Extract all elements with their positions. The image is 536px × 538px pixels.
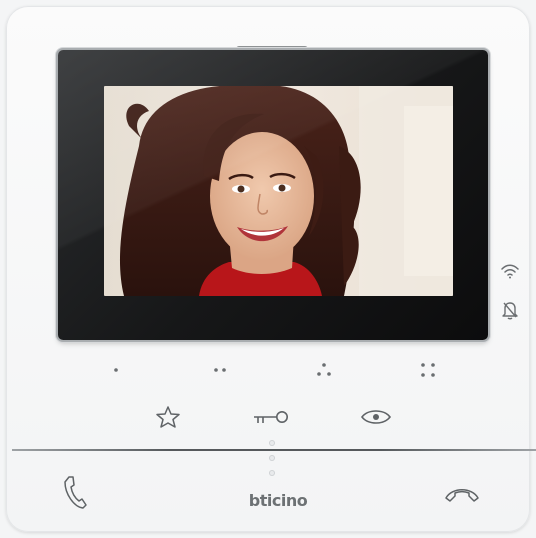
touch-key-3[interactable] xyxy=(309,360,339,380)
answer-call-icon[interactable] xyxy=(54,474,94,510)
bell-off-icon xyxy=(499,299,521,321)
touch-key-2[interactable] xyxy=(205,360,235,380)
eye-icon[interactable] xyxy=(356,399,396,435)
brand-logo: bticino xyxy=(248,491,308,510)
status-led-1 xyxy=(269,440,275,446)
wifi-icon xyxy=(499,260,521,282)
door-key-icon[interactable] xyxy=(251,399,291,435)
screen-bezel xyxy=(58,50,488,340)
video-screen xyxy=(104,86,453,296)
status-led-3 xyxy=(269,470,275,476)
visitor-video-image xyxy=(104,86,453,296)
touch-key-4[interactable] xyxy=(413,360,443,380)
end-call-icon[interactable] xyxy=(442,476,482,512)
status-led-2 xyxy=(269,455,275,461)
touch-key-1[interactable] xyxy=(101,360,131,380)
panel-divider xyxy=(12,449,536,451)
intercom-device: bticino xyxy=(6,6,536,532)
favorite-star-icon[interactable] xyxy=(148,399,188,435)
